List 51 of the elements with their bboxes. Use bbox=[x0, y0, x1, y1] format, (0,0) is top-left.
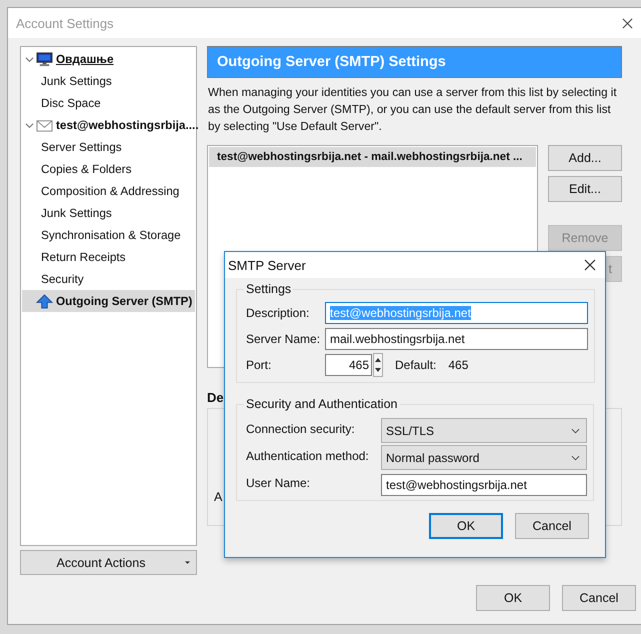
envelope-icon bbox=[36, 118, 53, 132]
upload-arrow-icon bbox=[36, 294, 53, 308]
server-button[interactable]: Edit... bbox=[548, 176, 622, 202]
close-icon[interactable] bbox=[622, 18, 633, 28]
field-label: Port: bbox=[246, 358, 272, 372]
section-heading: De bbox=[207, 390, 224, 407]
field-label: Description: bbox=[246, 306, 310, 320]
close-icon[interactable] bbox=[584, 259, 596, 271]
chevron-icon[interactable] bbox=[25, 54, 34, 64]
account-actions-button[interactable]: Account Actions bbox=[20, 550, 197, 575]
tree-item[interactable]: Outgoing Server (SMTP) bbox=[22, 290, 195, 312]
tree-item[interactable]: Junk Settings bbox=[22, 202, 195, 224]
dialog-title: SMTP Server bbox=[228, 258, 306, 272]
chevron-icon bbox=[571, 428, 580, 434]
port-field[interactable]: 465 bbox=[325, 354, 372, 376]
default-port-value: 465 bbox=[448, 358, 468, 372]
field-label: User Name: bbox=[246, 476, 312, 490]
field-label: Connection security: bbox=[246, 422, 356, 436]
dialog-button[interactable]: Cancel bbox=[562, 585, 636, 611]
tree-item[interactable]: Security bbox=[22, 268, 195, 290]
description-text: When managing your identities you can use a server from this list by selecting it as the Outgoing Server (SMTP), or you can use the default server from this list by selecting "Use Default Server". bbox=[208, 85, 618, 135]
section-header: Outgoing Server (SMTP) Settings bbox=[207, 46, 622, 78]
group-title: Security and Authentication bbox=[245, 397, 398, 411]
field-label: A bbox=[214, 490, 222, 504]
tree-item[interactable]: Composition & Addressing bbox=[22, 180, 195, 202]
connection-security-dropdown[interactable]: SSL/TLS bbox=[381, 418, 587, 443]
tree-item[interactable]: Return Receipts bbox=[22, 246, 195, 268]
spinner-icon[interactable] bbox=[373, 353, 383, 377]
tree-item[interactable]: Server Settings bbox=[22, 136, 195, 158]
chevron-icon bbox=[571, 454, 580, 460]
authentication-dropdown[interactable]: Normal password bbox=[381, 445, 587, 470]
window-title: Account Settings bbox=[16, 16, 114, 30]
user-name-field[interactable]: test@webhostingsrbija.net bbox=[381, 474, 587, 496]
server-button[interactable]: Add... bbox=[548, 145, 622, 171]
caret-icon bbox=[185, 560, 190, 564]
server-name-field[interactable]: mail.webhostingsrbija.net bbox=[325, 328, 588, 350]
field-label: Server Name: bbox=[246, 332, 322, 346]
dialog-button[interactable]: OK bbox=[476, 585, 550, 611]
tree-item[interactable]: Junk Settings bbox=[22, 70, 195, 92]
server-item[interactable]: test@webhostingsrbija.net - mail.webhostingsrbija.net ... bbox=[209, 147, 536, 167]
monitor-icon bbox=[36, 52, 53, 66]
field-label: Authentication method: bbox=[246, 449, 370, 463]
group-title: Settings bbox=[245, 282, 292, 296]
tree-item[interactable]: Disc Space bbox=[22, 92, 195, 114]
default-label: Default: bbox=[395, 358, 436, 372]
dialog-button[interactable]: Cancel bbox=[515, 513, 589, 539]
chevron-icon[interactable] bbox=[25, 120, 34, 130]
tree-item[interactable]: Овдашње bbox=[22, 48, 195, 70]
tree-item[interactable]: Copies & Folders bbox=[22, 158, 195, 180]
dialog-button[interactable]: OK bbox=[429, 513, 503, 539]
tree-item[interactable]: Synchronisation & Storage bbox=[22, 224, 195, 246]
